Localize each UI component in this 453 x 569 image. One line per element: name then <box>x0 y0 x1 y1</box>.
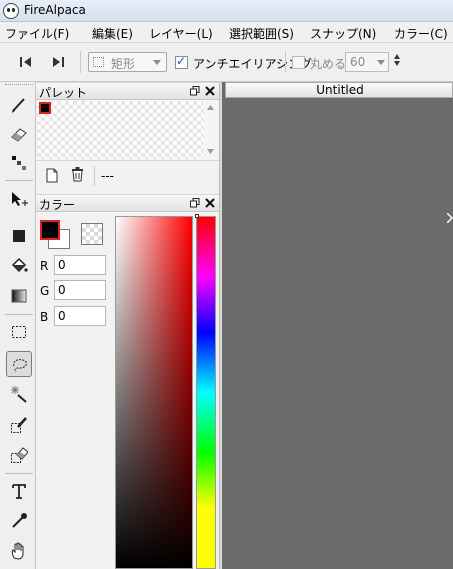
rect-shape-icon <box>93 57 104 67</box>
r-label: R <box>40 259 49 273</box>
shape-select[interactable]: 矩形 <box>88 52 167 72</box>
eyedropper-tool[interactable] <box>6 508 32 534</box>
bucket-tool[interactable] <box>6 253 32 279</box>
hue-slider[interactable] <box>196 216 216 569</box>
text-icon <box>12 484 26 499</box>
palette-separator <box>94 166 95 186</box>
menu-snap[interactable]: スナップ(N) <box>310 25 376 42</box>
hand-icon <box>11 542 24 560</box>
round-checkbox[interactable] <box>292 56 305 69</box>
toolbar-separator <box>285 51 286 73</box>
move-icon <box>12 192 28 206</box>
magic-wand-tool[interactable] <box>6 381 32 407</box>
sort-arrows-icon <box>394 54 400 66</box>
eraser-tool[interactable] <box>6 121 32 147</box>
float-panel-icon[interactable] <box>190 86 200 96</box>
close-panel-icon[interactable] <box>205 86 215 96</box>
tool-separator <box>5 180 33 181</box>
next-icon[interactable] <box>52 57 64 67</box>
lasso-select-tool[interactable] <box>6 351 32 377</box>
g-label: G <box>40 284 50 298</box>
palette-scrollbar[interactable] <box>203 101 218 159</box>
cursor-icon <box>447 213 453 223</box>
b-label: B <box>40 310 49 324</box>
select-eraser-tool[interactable] <box>6 442 32 468</box>
eyedropper-icon <box>12 513 27 528</box>
gradient-tool[interactable] <box>6 283 32 309</box>
menu-layer[interactable]: レイヤー(L) <box>149 25 213 42</box>
hue-slider-handle[interactable] <box>195 214 199 218</box>
chevron-down-icon <box>153 60 161 65</box>
text-tool[interactable] <box>6 478 32 504</box>
menu-color[interactable]: カラー(C) <box>394 25 448 42</box>
canvas-area[interactable] <box>222 98 453 569</box>
palette-swatch-area[interactable] <box>37 101 203 159</box>
palette-panel-header: パレット <box>36 82 219 100</box>
new-page-icon[interactable] <box>46 168 58 183</box>
foreground-color-swatch[interactable] <box>40 220 60 240</box>
scroll-down-icon[interactable] <box>207 149 214 154</box>
dot-tool[interactable] <box>6 150 32 176</box>
shape-select-value: 矩形 <box>111 57 136 71</box>
select-pen-icon <box>11 417 27 433</box>
palette-panel: パレット --- <box>36 82 219 192</box>
saturation-value-picker[interactable] <box>115 216 193 569</box>
grip <box>5 84 33 85</box>
gradient-icon <box>11 289 27 303</box>
move-tool[interactable] <box>6 186 32 212</box>
trash-icon[interactable] <box>71 167 84 182</box>
color-panel-title: カラー <box>39 198 76 212</box>
rect-select-icon <box>12 326 26 338</box>
antialias-checkbox[interactable] <box>175 54 188 69</box>
close-panel-icon[interactable] <box>205 198 215 208</box>
rect-select-tool[interactable] <box>6 319 32 345</box>
bucket-icon <box>11 257 28 273</box>
tool-separator <box>5 314 33 315</box>
dot-icon <box>12 156 26 170</box>
chevron-down-icon <box>377 60 385 65</box>
pen-icon <box>12 98 25 113</box>
g-input[interactable]: 0 <box>54 280 106 300</box>
tool-strip <box>0 82 36 569</box>
color-panel: カラー R 0 G 0 B 0 <box>36 192 219 569</box>
palette-swatch[interactable] <box>39 102 51 114</box>
fill-rect-icon <box>13 230 25 242</box>
eraser-icon <box>11 128 27 142</box>
palette-panel-title: パレット <box>39 86 88 100</box>
magic-wand-icon <box>11 386 27 403</box>
palette-actions: --- <box>36 160 219 190</box>
b-input[interactable]: 0 <box>54 306 106 326</box>
tool-separator <box>5 473 33 474</box>
menu-selection[interactable]: 選択範囲(S) <box>229 25 294 42</box>
round-value: 60 <box>350 55 366 69</box>
canvas-tab-title: Untitled <box>316 83 364 97</box>
canvas-tab[interactable]: Untitled <box>225 82 453 98</box>
toolbar-separator <box>80 51 81 73</box>
float-panel-icon[interactable] <box>190 198 200 208</box>
color-panel-header: カラー <box>36 194 219 212</box>
menu-edit[interactable]: 編集(E) <box>92 25 133 42</box>
scroll-up-icon[interactable] <box>207 105 214 110</box>
r-input[interactable]: 0 <box>54 255 106 275</box>
window-title: FireAlpaca <box>24 3 86 17</box>
previous-icon[interactable] <box>20 57 32 67</box>
pen-tool[interactable] <box>6 92 32 118</box>
round-label: 丸める <box>310 57 347 71</box>
select-pen-tool[interactable] <box>6 412 32 438</box>
menu-file[interactable]: ファイル(F) <box>5 25 69 42</box>
app-icon <box>3 3 19 19</box>
title-bar: FireAlpaca <box>0 0 453 22</box>
select-eraser-icon <box>11 447 28 463</box>
menu-bar: ファイル(F) 編集(E) レイヤー(L) 選択範囲(S) スナップ(N) カラ… <box>0 22 453 43</box>
hand-tool[interactable] <box>6 538 32 564</box>
transparent-color-swatch[interactable] <box>81 223 103 245</box>
fill-rect-tool[interactable] <box>6 223 32 249</box>
round-value-select[interactable]: 60 <box>345 52 389 72</box>
lasso-select-icon <box>13 359 27 373</box>
palette-name: --- <box>101 169 114 183</box>
